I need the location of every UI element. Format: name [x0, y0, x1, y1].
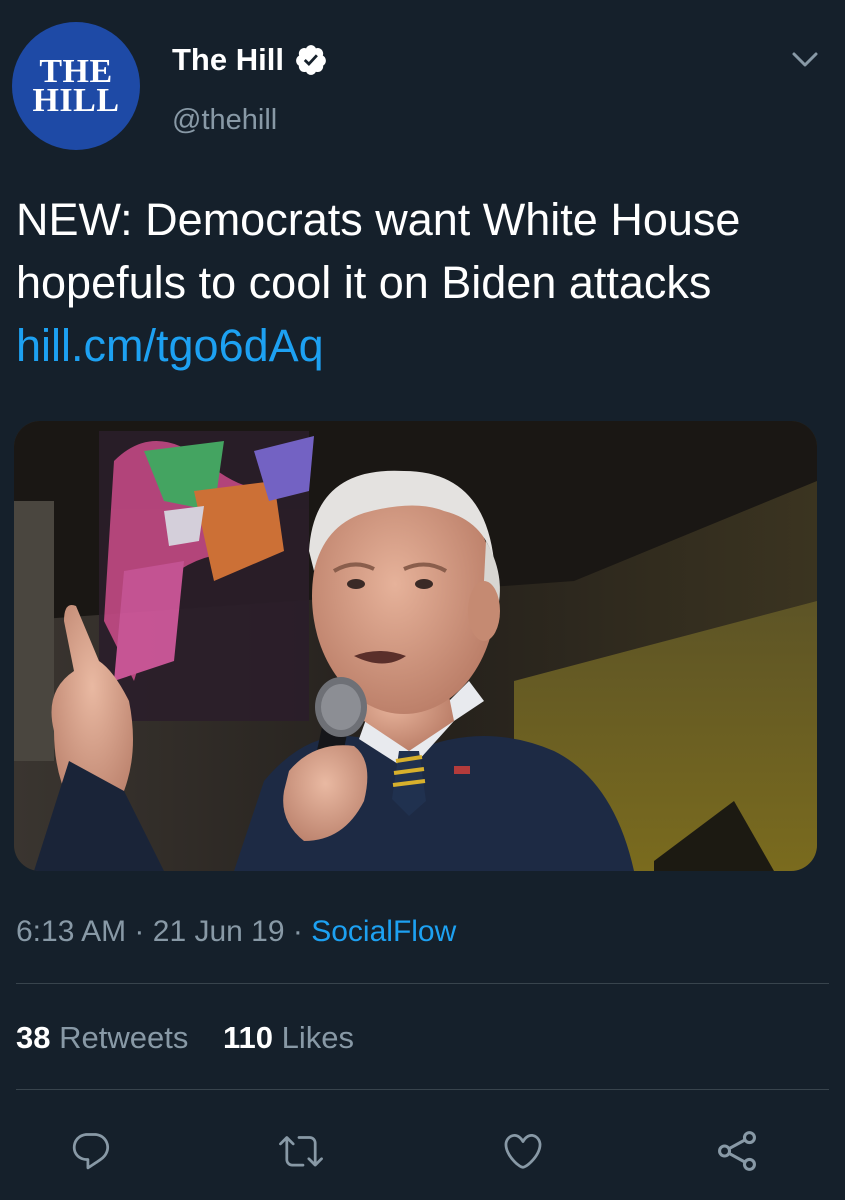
heart-icon — [504, 1133, 542, 1169]
tweet-detail: THE HILL The Hill @thehill NEW: Democrat… — [0, 0, 845, 1200]
like-button[interactable] — [496, 1124, 550, 1178]
action-bar — [0, 1110, 845, 1190]
retweet-icon — [279, 1136, 323, 1167]
tweet-body: NEW: Democrats want White House hopefuls… — [16, 194, 741, 308]
reply-button[interactable] — [64, 1124, 118, 1178]
likes-stat[interactable]: 110 Likes — [223, 1020, 354, 1055]
speaker-photo — [14, 421, 817, 871]
retweets-stat[interactable]: 38 Retweets — [16, 1020, 188, 1055]
tweet-text: NEW: Democrats want White House hopefuls… — [16, 188, 831, 377]
tweet-link[interactable]: hill.cm/tgo6dAq — [16, 320, 324, 371]
meta-separator: · — [292, 915, 303, 948]
likes-label: Likes — [281, 1020, 354, 1055]
tweet-source-link[interactable]: SocialFlow — [311, 915, 456, 948]
likes-count: 110 — [222, 1020, 273, 1055]
tweet-photo[interactable] — [14, 421, 817, 871]
account-handle[interactable]: @thehill — [172, 100, 277, 140]
tweet-stats: 38 Retweets 110 Likes — [16, 1016, 380, 1060]
retweets-count: 38 — [16, 1020, 51, 1055]
tweet-date: 21 Jun 19 — [152, 915, 285, 948]
display-name-text: The Hill — [172, 42, 284, 77]
retweets-label: Retweets — [59, 1020, 189, 1055]
divider — [16, 1089, 829, 1090]
divider — [16, 983, 829, 984]
avatar[interactable]: THE HILL — [12, 22, 140, 150]
avatar-text-line2: HILL — [32, 82, 120, 119]
verified-badge-icon — [294, 43, 328, 77]
tweet-header: THE HILL The Hill @thehill — [0, 0, 845, 170]
retweet-button[interactable] — [274, 1124, 328, 1178]
tweet-meta: 6:13 AM · 21 Jun 19 · SocialFlow — [16, 910, 456, 954]
share-icon — [718, 1131, 756, 1171]
display-name[interactable]: The Hill — [172, 40, 328, 80]
share-button[interactable] — [710, 1124, 764, 1178]
chevron-down-icon[interactable] — [790, 48, 820, 72]
tweet-time: 6:13 AM — [16, 915, 127, 948]
meta-separator: · — [134, 915, 145, 948]
reply-icon — [72, 1133, 110, 1170]
